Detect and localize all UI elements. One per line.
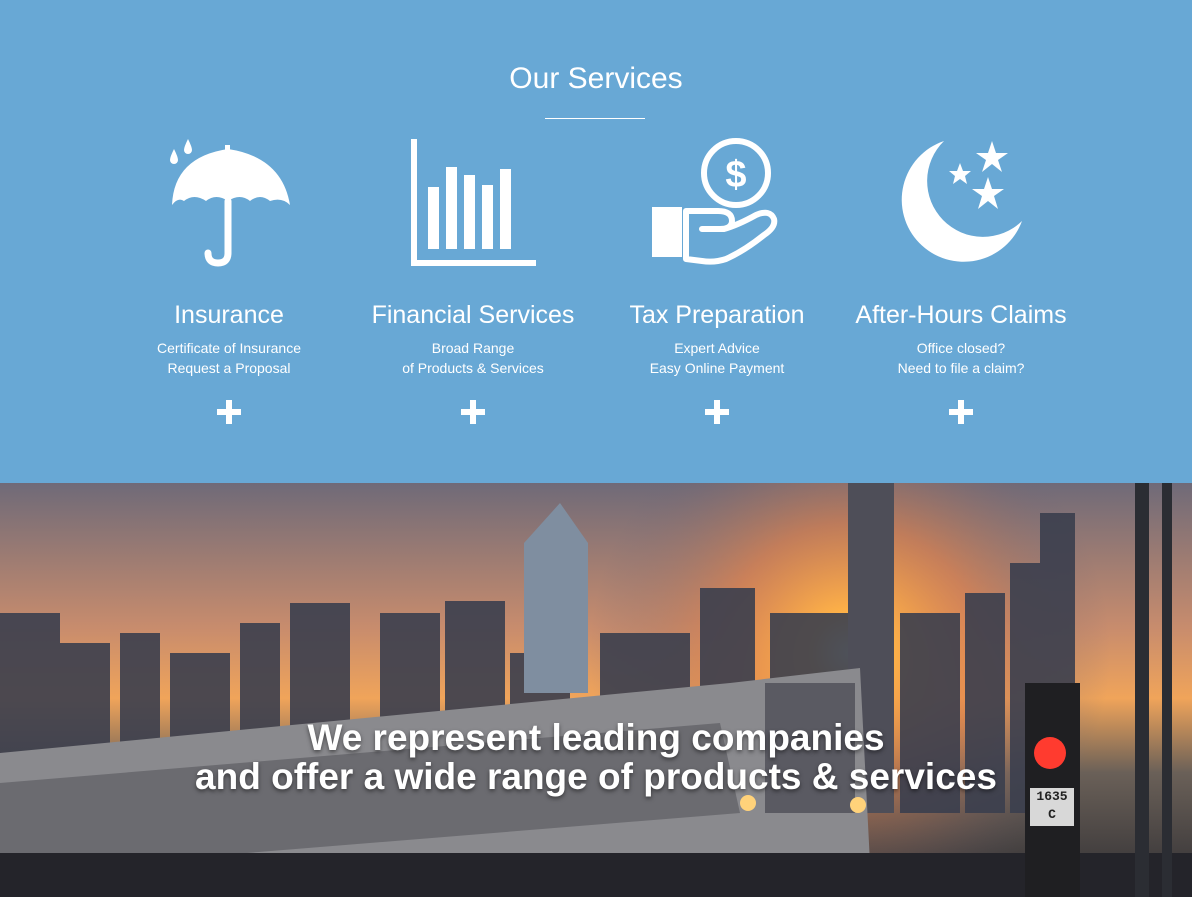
service-name: Financial Services	[371, 301, 575, 329]
service-line-2[interactable]: Need to file a claim?	[841, 358, 1081, 378]
service-name: After-Hours Claims	[855, 301, 1067, 329]
hero-line-2: and offer a wide range of products & ser…	[195, 756, 997, 797]
service-line-1[interactable]: Expert Advice	[597, 338, 837, 358]
city-train-photo	[0, 483, 1192, 897]
moon-stars-icon	[901, 141, 1022, 262]
signal-letter: C	[1048, 807, 1056, 822]
service-name: Tax Preparation	[629, 301, 805, 329]
money-hand-icon: $	[652, 138, 778, 265]
service-line-1[interactable]: Office closed?	[841, 338, 1081, 358]
service-tax: $ Tax Preparation Expert Advice Easy Onl…	[597, 135, 837, 424]
plus-icon[interactable]	[461, 400, 485, 424]
bar-chart-icon	[411, 139, 536, 266]
title-divider	[545, 118, 645, 119]
services-title: Our Services	[509, 62, 683, 95]
service-name: Insurance	[174, 301, 284, 329]
service-line-1[interactable]: Broad Range	[353, 338, 593, 358]
umbrella-icon	[170, 139, 290, 267]
service-after-hours: After-Hours Claims Office closed? Need t…	[841, 135, 1081, 424]
service-insurance: Insurance Certificate of Insurance Reque…	[109, 135, 349, 424]
service-line-1[interactable]: Certificate of Insurance	[109, 338, 349, 358]
service-line-2[interactable]: of Products & Services	[353, 358, 593, 378]
hero-heading: We represent leading companies and offer…	[0, 718, 1192, 796]
service-financial: Financial Services Broad Range of Produc…	[353, 135, 593, 424]
plus-icon[interactable]	[217, 400, 241, 424]
service-line-2[interactable]: Request a Proposal	[109, 358, 349, 378]
service-line-2[interactable]: Easy Online Payment	[597, 358, 837, 378]
services-section: Our Services Insurance Certificate of In…	[0, 0, 1192, 483]
svg-text:$: $	[725, 154, 746, 196]
hero-banner: 1635 C We represent leading companies an…	[0, 483, 1192, 897]
plus-icon[interactable]	[949, 400, 973, 424]
plus-icon[interactable]	[705, 400, 729, 424]
hero-line-1: We represent leading companies	[307, 717, 885, 758]
